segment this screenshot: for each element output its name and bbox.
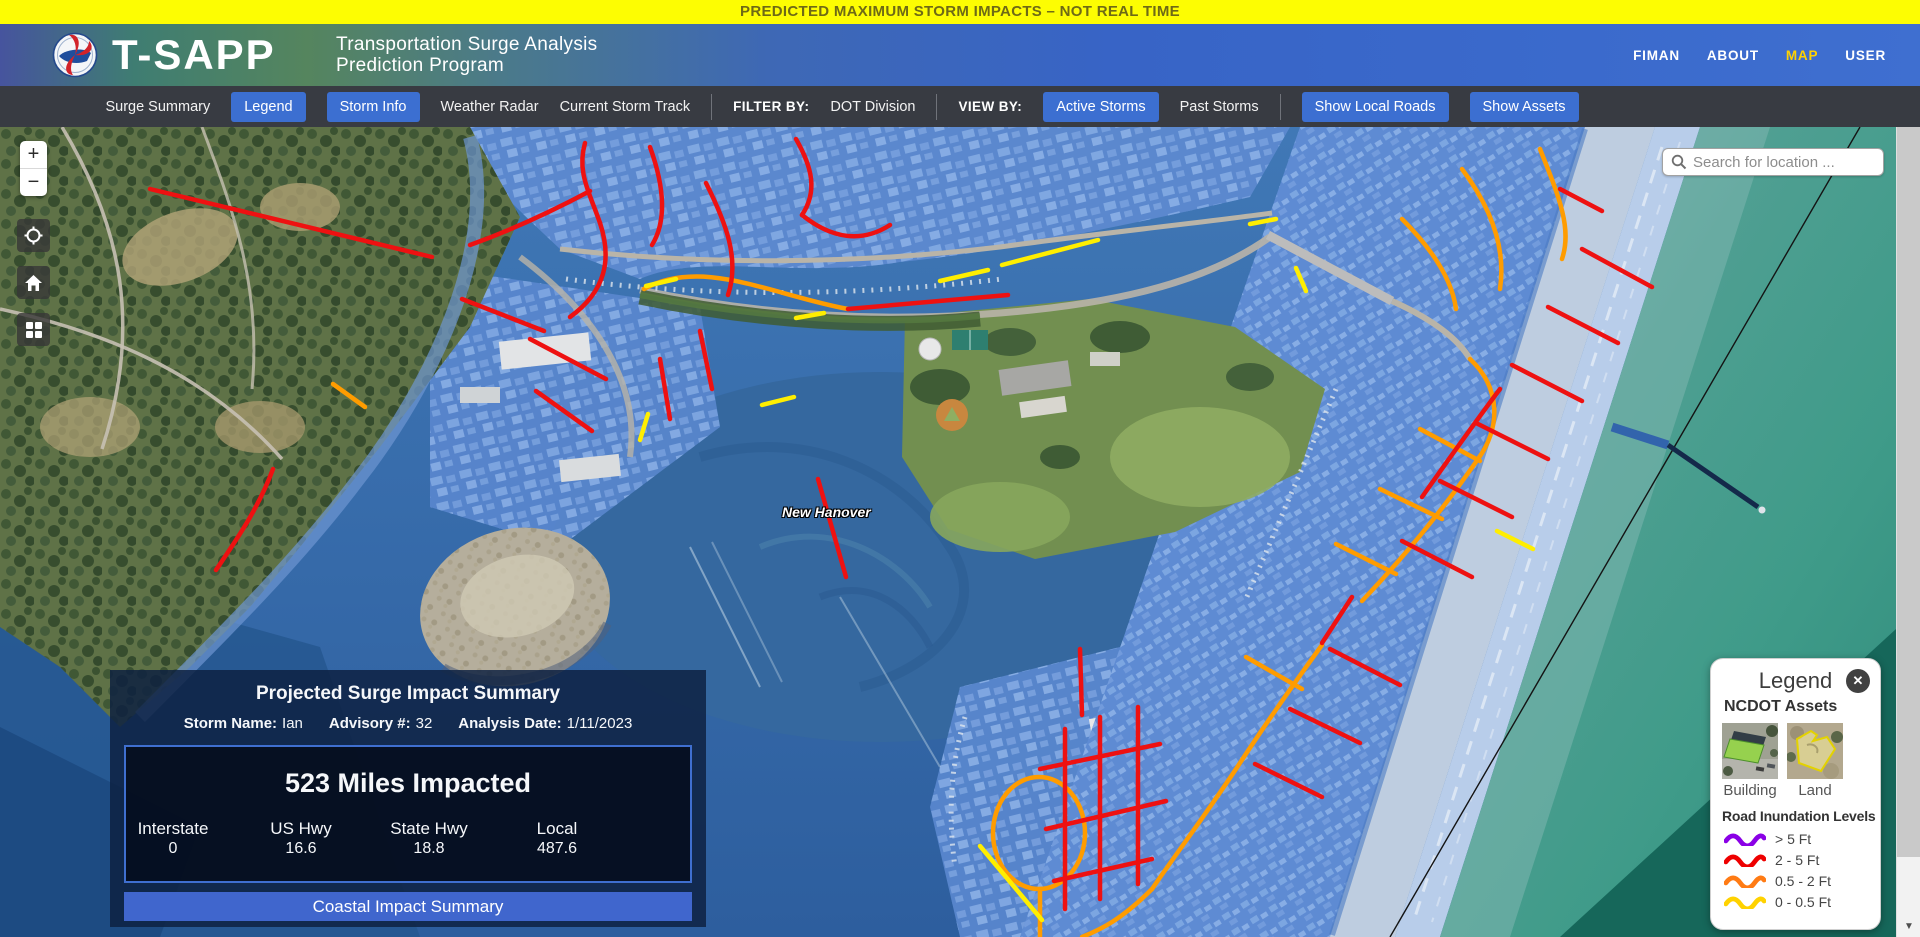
toolbar-divider — [936, 94, 937, 120]
app-subtitle-line2: Prediction Program — [336, 55, 597, 76]
miles-impacted-breakdown: Interstate 0 US Hwy 16.6 State Hwy 18.8 … — [126, 819, 604, 858]
nav-about[interactable]: ABOUT — [1707, 48, 1759, 63]
app-title: T-SAPP — [112, 25, 276, 85]
inundation-level-row: 0 - 0.5 Ft — [1724, 891, 1880, 912]
building-asset-thumbnail — [1722, 723, 1778, 779]
county-label: New Hanover — [782, 504, 871, 520]
surge-panel-meta: Storm Name:Ian Advisory #:32 Analysis Da… — [110, 715, 706, 732]
weather-radar-link[interactable]: Weather Radar — [441, 99, 539, 115]
surge-summary-link[interactable]: Surge Summary — [105, 99, 210, 115]
wave-swatch-red — [1724, 852, 1766, 867]
app-subtitle: Transportation Surge Analysis Prediction… — [336, 34, 597, 76]
surge-impact-panel: Projected Surge Impact Summary Storm Nam… — [110, 670, 706, 927]
dot-division-option[interactable]: DOT Division — [830, 99, 915, 115]
nav-map[interactable]: MAP — [1786, 48, 1818, 63]
wave-swatch-yellow — [1724, 894, 1766, 909]
app-subtitle-line1: Transportation Surge Analysis — [336, 34, 597, 55]
map-toolbar: Surge Summary Legend Storm Info Weather … — [0, 86, 1920, 127]
water-tank — [919, 338, 941, 360]
view-by-label: VIEW BY: — [958, 99, 1022, 114]
show-assets-button[interactable]: Show Assets — [1470, 92, 1579, 122]
zoom-out-button[interactable]: − — [20, 169, 47, 196]
miles-impacted-total: 523 Miles Impacted — [126, 768, 690, 799]
toolbar-divider — [1280, 94, 1281, 120]
locate-icon — [24, 226, 43, 245]
zoom-in-button[interactable]: + — [20, 141, 47, 168]
toolbar-divider — [711, 94, 712, 120]
zoom-control: + − — [20, 141, 47, 196]
location-search — [1662, 148, 1884, 176]
interstate-column: Interstate 0 — [134, 819, 212, 858]
land-label: Land — [1787, 782, 1843, 799]
wave-swatch-purple — [1724, 831, 1766, 846]
storm-name: Storm Name:Ian — [184, 715, 303, 732]
asset-thumbnail-labels: Building Land — [1722, 782, 1880, 799]
close-icon[interactable]: ✕ — [1846, 669, 1870, 693]
home-button[interactable] — [17, 266, 50, 299]
current-storm-track-link[interactable]: Current Storm Track — [560, 99, 691, 115]
map-canvas[interactable]: New Hanover + − — [0, 127, 1920, 937]
scrollbar-down-arrow[interactable]: ▼ — [1897, 919, 1920, 935]
analysis-date: Analysis Date:1/11/2023 — [458, 715, 632, 732]
page-scrollbar[interactable]: ▼ — [1896, 127, 1920, 937]
scrollbar-thumb[interactable] — [1897, 127, 1920, 857]
header-nav: FIMAN ABOUT MAP USER — [1633, 24, 1886, 86]
search-input[interactable] — [1693, 154, 1869, 171]
nav-user[interactable]: USER — [1845, 48, 1886, 63]
inundation-level-row: > 5 Ft — [1724, 828, 1880, 849]
wave-swatch-orange — [1724, 873, 1766, 888]
asset-thumbnails — [1722, 723, 1880, 779]
legend-panel: ✕ Legend NCDOT Assets — [1710, 658, 1881, 930]
tsapp-application: PREDICTED MAXIMUM STORM IMPACTS – NOT RE… — [0, 0, 1920, 937]
search-icon — [1671, 154, 1687, 170]
show-local-roads-button[interactable]: Show Local Roads — [1302, 92, 1449, 122]
ncdot-assets-heading: NCDOT Assets — [1724, 698, 1880, 716]
filter-by-label: FILTER BY: — [733, 99, 809, 114]
warning-banner: PREDICTED MAXIMUM STORM IMPACTS – NOT RE… — [0, 0, 1920, 24]
state-hwy-column: State Hwy 18.8 — [390, 819, 468, 858]
legend-button[interactable]: Legend — [231, 92, 305, 122]
grid-icon — [25, 321, 43, 339]
basemap-gallery-button[interactable] — [17, 313, 50, 346]
past-storms-option[interactable]: Past Storms — [1180, 99, 1259, 115]
locate-button[interactable] — [17, 219, 50, 252]
map-toolbar-items: Surge Summary Legend Storm Info Weather … — [105, 92, 1578, 122]
coastal-impact-summary-button[interactable]: Coastal Impact Summary — [124, 892, 692, 921]
inundation-levels-heading: Road Inundation Levels — [1722, 808, 1880, 824]
storm-info-button[interactable]: Storm Info — [327, 92, 420, 122]
inundation-level-row: 0.5 - 2 Ft — [1724, 870, 1880, 891]
building-label: Building — [1722, 782, 1778, 799]
ncdot-logo-icon — [52, 32, 98, 78]
nav-fiman[interactable]: FIMAN — [1633, 48, 1680, 63]
active-storms-button[interactable]: Active Storms — [1043, 92, 1158, 122]
land-asset-thumbnail — [1787, 723, 1843, 779]
home-icon — [24, 274, 43, 292]
us-hwy-column: US Hwy 16.6 — [262, 819, 340, 858]
inundation-level-row: 2 - 5 Ft — [1724, 849, 1880, 870]
surge-panel-title: Projected Surge Impact Summary — [110, 683, 706, 705]
advisory-number: Advisory #:32 — [329, 715, 432, 732]
miles-impacted-box: 523 Miles Impacted Interstate 0 US Hwy 1… — [124, 745, 692, 883]
local-column: Local 487.6 — [518, 819, 596, 858]
app-header: T-SAPP Transportation Surge Analysis Pre… — [0, 24, 1920, 86]
